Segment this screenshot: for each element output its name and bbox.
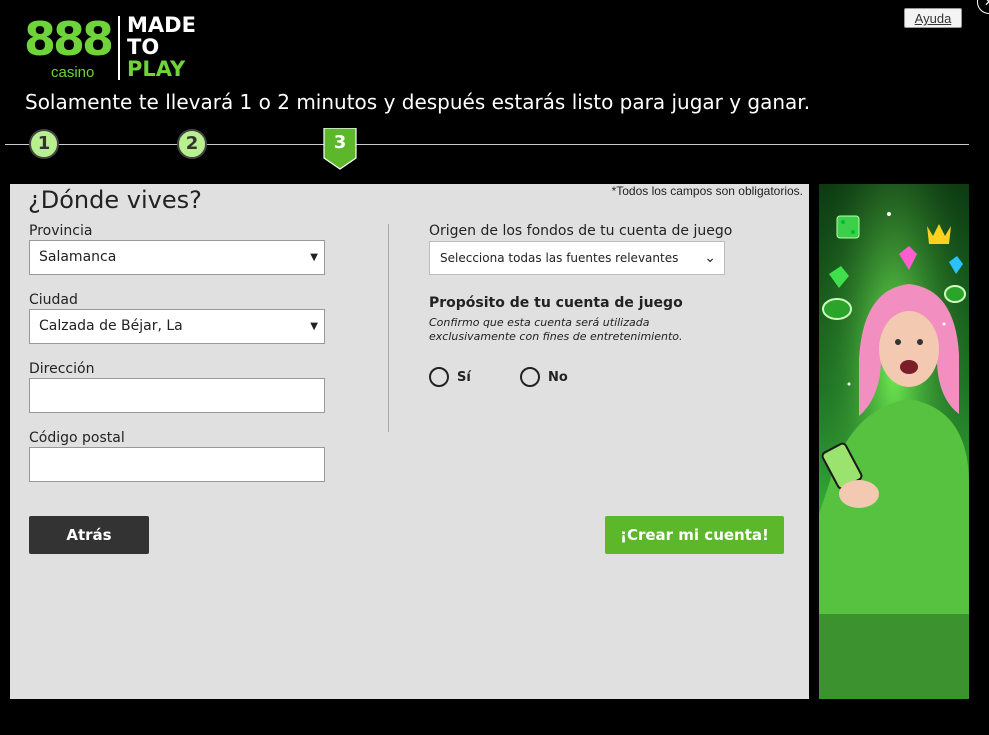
address-form-panel: *Todos los campos son obligatorios. ¿Dón… xyxy=(10,184,809,699)
step-1-indicator: 1 xyxy=(29,129,59,159)
create-account-button[interactable]: ¡Crear mi cuenta! xyxy=(605,516,784,554)
chevron-down-icon: ▼ xyxy=(310,252,318,263)
postal-code-label: Código postal xyxy=(29,430,125,446)
purpose-title: Propósito de tu cuenta de juego xyxy=(429,295,683,311)
city-value: Calzada de Béjar, La xyxy=(39,318,183,334)
required-note: *Todos los campos son obligatorios. xyxy=(611,184,803,198)
logo-play: PLAY xyxy=(127,57,186,81)
purpose-yes-label: Sí xyxy=(457,369,471,385)
logo-tagline: MADE TO PLAY xyxy=(127,14,196,80)
address-input[interactable] xyxy=(29,378,325,413)
logo-888: 888 xyxy=(24,12,114,66)
promo-image xyxy=(819,184,969,699)
purpose-no-label: No xyxy=(548,369,568,385)
close-icon[interactable]: ✕ xyxy=(977,0,989,14)
back-button[interactable]: Atrás xyxy=(29,516,149,554)
funds-origin-label: Origen de los fondos de tu cuenta de jue… xyxy=(429,223,733,239)
city-label: Ciudad xyxy=(29,292,78,308)
funds-origin-value: Selecciona todas las fuentes relevantes xyxy=(440,251,679,265)
address-label: Dirección xyxy=(29,361,95,377)
chevron-down-icon: ▼ xyxy=(310,321,318,332)
logo-to: TO xyxy=(127,35,160,59)
province-label: Provincia xyxy=(29,223,93,239)
form-title: ¿Dónde vives? xyxy=(28,186,202,214)
purpose-description: Confirmo que esta cuenta será utilizada … xyxy=(429,316,683,343)
column-divider xyxy=(388,224,389,432)
chevron-down-icon: ⌄ xyxy=(704,250,716,266)
funds-origin-select[interactable]: Selecciona todas las fuentes relevantes … xyxy=(429,241,725,275)
brand-logo: 888 casino MADE TO PLAY xyxy=(24,14,214,84)
step-2-indicator: 2 xyxy=(177,129,207,159)
province-value: Salamanca xyxy=(39,249,117,265)
help-button[interactable]: Ayuda xyxy=(904,8,962,28)
registration-window: 888 casino MADE TO PLAY Ayuda ✕ Solament… xyxy=(0,0,989,735)
step-3-label: 3 xyxy=(333,132,347,153)
logo-divider xyxy=(118,16,120,80)
radio-circle-icon xyxy=(520,367,540,387)
step-3-indicator: 3 xyxy=(323,128,357,170)
progress-line xyxy=(5,144,969,145)
province-select[interactable]: Salamanca ▼ xyxy=(29,240,325,275)
logo-made: MADE xyxy=(127,13,196,37)
radio-circle-icon xyxy=(429,367,449,387)
city-select[interactable]: Calzada de Béjar, La ▼ xyxy=(29,309,325,344)
purpose-no-radio[interactable]: No xyxy=(520,366,568,388)
logo-casino: casino xyxy=(51,64,95,81)
purpose-yes-radio[interactable]: Sí xyxy=(429,366,471,388)
postal-code-input[interactable] xyxy=(29,447,325,482)
page-subtitle: Solamente te llevará 1 o 2 minutos y des… xyxy=(25,90,811,114)
promo-illustration xyxy=(819,184,969,699)
